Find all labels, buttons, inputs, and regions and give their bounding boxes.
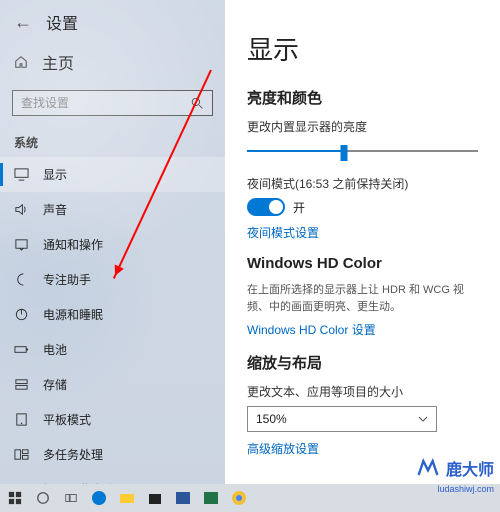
settings-title: 设置 [46,10,78,34]
hd-settings-link[interactable]: Windows HD Color 设置 [247,321,478,338]
chrome-icon[interactable] [228,487,250,509]
sidebar-item-display[interactable]: 显示 [0,157,225,192]
sidebar-item-tablet[interactable]: 平板模式 [0,402,225,437]
night-mode-label: 夜间模式(16:53 之前保持关闭) [247,175,478,192]
settings-sidebar: ← 设置 主页 系统 显示 声音 [0,0,225,484]
taskbar[interactable] [0,484,500,512]
taskview-icon[interactable] [60,487,82,509]
cortana-icon[interactable] [32,487,54,509]
explorer-icon[interactable] [116,487,138,509]
night-mode-toggle[interactable] [247,198,285,216]
scale-label: 更改文本、应用等项目的大小 [247,383,478,400]
nav-list: 显示 声音 通知和操作 专注助手 电源和睡眠 电池 [0,157,225,507]
scale-select[interactable]: 150% [247,406,437,432]
watermark-url: ludashiwj.com [437,484,494,494]
battery-icon [14,342,29,357]
nav-label: 电池 [43,341,67,358]
hd-desc: 在上面所选择的显示器上让 HDR 和 WCG 视频、中的画面更明亮、更生动。 [247,282,478,315]
tablet-icon [14,412,29,427]
night-mode-settings-link[interactable]: 夜间模式设置 [247,224,478,241]
back-button[interactable]: ← [14,12,32,33]
chevron-down-icon [418,416,428,422]
edge-icon[interactable] [88,487,110,509]
sidebar-item-focus[interactable]: 专注助手 [0,262,225,297]
moon-icon [14,272,29,287]
nav-label: 存储 [43,376,67,393]
hd-heading: Windows HD Color [247,255,478,272]
toggle-state: 开 [293,199,305,216]
scale-heading: 缩放与布局 [247,352,478,373]
nav-label: 声音 [43,201,67,218]
nav-label: 通知和操作 [43,236,103,253]
brightness-slider[interactable] [247,141,478,161]
main-content: 显示 亮度和颜色 更改内置显示器的亮度 夜间模式(16:53 之前保持关闭) 开… [225,0,500,484]
search-input[interactable] [21,96,177,110]
sidebar-item-notifications[interactable]: 通知和操作 [0,227,225,262]
storage-icon [14,377,29,392]
start-icon[interactable] [4,487,26,509]
watermark: 鹿大师 ludashiwj.com [414,454,494,482]
nav-label: 平板模式 [43,411,91,428]
excel-icon[interactable] [200,487,222,509]
watermark-text: 鹿大师 [446,456,494,480]
sidebar-item-sound[interactable]: 声音 [0,192,225,227]
store-icon[interactable] [144,487,166,509]
page-title: 显示 [247,30,478,67]
sidebar-item-power[interactable]: 电源和睡眠 [0,297,225,332]
sidebar-item-multitask[interactable]: 多任务处理 [0,437,225,472]
notification-icon [14,237,29,252]
brightness-label: 更改内置显示器的亮度 [247,118,478,135]
multitask-icon [14,447,29,462]
home-icon [14,55,28,69]
search-box[interactable] [12,90,213,116]
nav-label: 专注助手 [43,271,91,288]
nav-label: 多任务处理 [43,446,103,463]
sidebar-item-battery[interactable]: 电池 [0,332,225,367]
scale-value: 150% [256,412,287,426]
brightness-heading: 亮度和颜色 [247,87,478,108]
section-label: 系统 [0,124,225,157]
nav-label: 电源和睡眠 [43,306,103,323]
power-icon [14,307,29,322]
search-icon [191,97,204,110]
word-icon[interactable] [172,487,194,509]
home-label: 主页 [42,50,74,74]
home-row[interactable]: 主页 [0,42,225,82]
nav-label: 显示 [43,166,67,183]
sidebar-item-storage[interactable]: 存储 [0,367,225,402]
monitor-icon [14,167,29,182]
speaker-icon [14,202,29,217]
